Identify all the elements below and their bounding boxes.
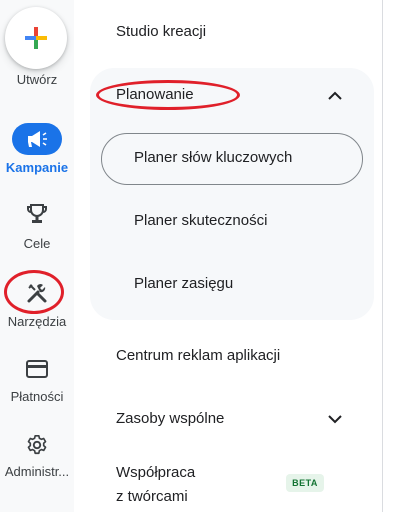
- menu-item-reach-planner[interactable]: Planer zasięgu: [134, 275, 233, 292]
- beta-badge: BETA: [286, 474, 324, 492]
- menu-item-shared-library[interactable]: Zasoby wspólne: [116, 410, 224, 427]
- rail-label-admin[interactable]: Administr...: [0, 464, 74, 479]
- menu-item-asset-studio[interactable]: Studio kreacji: [116, 23, 206, 40]
- annotation-circle-planning: [96, 80, 240, 110]
- menu-item-performance-planner[interactable]: Planer skuteczności: [134, 212, 267, 229]
- megaphone-icon: [28, 131, 47, 147]
- menu-item-creator-partnerships[interactable]: Współpraca z twórcami: [116, 461, 195, 509]
- rail-label-goals[interactable]: Cele: [0, 236, 74, 251]
- creator-line-1: Współpraca: [116, 464, 196, 481]
- chevron-up-icon[interactable]: [323, 84, 347, 108]
- creator-line-2: z twórcami: [116, 488, 188, 505]
- panel-divider: [382, 0, 414, 512]
- create-label: Utwórz: [16, 72, 58, 87]
- rail-label-billing[interactable]: Płatności: [0, 389, 74, 404]
- menu-item-keyword-planner[interactable]: Planer słów kluczowych: [134, 149, 292, 166]
- trophy-icon[interactable]: [23, 200, 51, 228]
- navigation-rail: Utwórz Kampanie Cele Narzędzia Płatności…: [0, 0, 74, 512]
- create-button[interactable]: [5, 7, 67, 69]
- rail-label-campaigns[interactable]: Kampanie: [0, 160, 74, 175]
- annotation-circle-tools: [4, 270, 64, 314]
- rail-item-campaigns[interactable]: [12, 123, 62, 155]
- rail-label-tools[interactable]: Narzędzia: [0, 314, 74, 329]
- menu-item-app-ads-hub[interactable]: Centrum reklam aplikacji: [116, 347, 280, 364]
- chevron-down-icon[interactable]: [323, 407, 347, 431]
- credit-card-icon[interactable]: [23, 355, 51, 383]
- gear-icon[interactable]: [23, 431, 51, 459]
- plus-icon: [25, 27, 47, 49]
